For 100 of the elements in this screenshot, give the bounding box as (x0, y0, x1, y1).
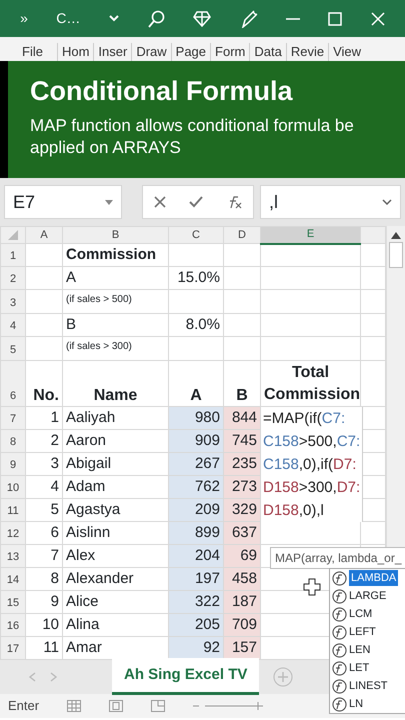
table-cell: 9 (26, 590, 62, 614)
row-header[interactable]: 2 (0, 266, 26, 290)
table-cell: 762 (168, 476, 224, 498)
function-icon (332, 660, 347, 676)
autocomplete-item[interactable]: LARGE (330, 587, 405, 605)
table-cell: 8.0% (168, 314, 224, 336)
table-cell: (if sales > 500) (62, 290, 168, 314)
table-cell: 329 (224, 498, 260, 522)
table-cell: 5 (26, 498, 62, 522)
diamond-icon[interactable] (193, 10, 212, 26)
cell-formula[interactable]: =MAP(if(C7: C158>500,C7: C158,0),if(D7: D158>300,D7: D158,0),l (261, 407, 364, 522)
row-header[interactable]: 9 (0, 452, 26, 476)
ribbon-tab[interactable]: File (18, 43, 57, 61)
cursor-cross-icon (303, 578, 321, 596)
table-cell: Aaliyah (62, 406, 168, 430)
row-header[interactable]: 4 (0, 314, 26, 336)
table-cell: 458 (224, 568, 260, 590)
table-cell: Aislinn (62, 522, 168, 544)
page-layout-icon[interactable] (109, 700, 124, 712)
zoom-slider-icon[interactable] (193, 702, 264, 710)
row-header[interactable]: 1 (0, 244, 26, 266)
cancel-icon[interactable] (154, 196, 166, 208)
document-title[interactable]: C… (56, 8, 80, 29)
function-icon (332, 678, 347, 694)
row-header[interactable]: 15 (0, 590, 26, 614)
table-cell: 844 (224, 406, 260, 430)
banner-subtitle: MAP function allows conditional formula be applied on ARRAYS (30, 115, 355, 160)
table-cell: 235 (224, 452, 260, 476)
table-cell: Adam (62, 476, 168, 498)
column-title: Name (62, 360, 168, 406)
table-cell: Agastya (62, 498, 168, 522)
autocomplete-item[interactable]: LN (330, 695, 405, 713)
minimize-icon[interactable] (286, 16, 300, 20)
table-cell: 637 (224, 522, 260, 544)
status-text: Enter (8, 697, 40, 716)
search-icon[interactable] (147, 10, 166, 28)
autocomplete-item[interactable]: LINEST (330, 677, 405, 695)
row-header[interactable]: 14 (0, 568, 26, 590)
formula-field[interactable]: ,l (260, 185, 401, 219)
row-header[interactable]: 11 (0, 498, 26, 522)
banner-title: Conditional Formula (30, 75, 294, 108)
table-cell: Alina (62, 614, 168, 636)
table-cell: 2 (26, 430, 62, 452)
row-header[interactable]: 10 (0, 476, 26, 498)
table-cell: 8 (26, 568, 62, 590)
sheet-tab[interactable]: Ah Sing Excel TV (112, 658, 260, 696)
scroll-up-icon[interactable] (390, 230, 402, 240)
table-cell: 197 (168, 568, 224, 590)
check-icon[interactable] (188, 196, 203, 208)
function-icon (332, 570, 347, 586)
close-icon[interactable] (370, 12, 385, 26)
row-header[interactable]: 6 (0, 360, 26, 406)
row-header[interactable]: 5 (0, 336, 26, 360)
column-header[interactable]: A (26, 226, 62, 244)
row-header[interactable]: 7 (0, 406, 26, 430)
table-cell: 899 (168, 522, 224, 544)
table-cell: Alex (62, 544, 168, 568)
table-cell: 1 (26, 406, 62, 430)
table-cell: 69 (224, 544, 260, 568)
function-tooltip: MAP(array, lambda_or_ (270, 547, 405, 569)
scrollbar-thumb[interactable] (389, 242, 403, 268)
dropdown-icon (105, 200, 113, 204)
autocomplete-item[interactable]: LET (330, 659, 405, 677)
table-cell: 745 (224, 430, 260, 452)
column-header[interactable]: D (224, 226, 260, 244)
table-cell: Commission (62, 244, 168, 266)
function-icon (332, 642, 347, 658)
table-cell: 92 (168, 636, 224, 660)
column-header[interactable]: E (260, 226, 360, 244)
row-header[interactable]: 13 (0, 544, 26, 568)
function-icon (332, 624, 347, 640)
autocomplete-item[interactable]: LCM (330, 605, 405, 623)
autocomplete-item[interactable]: LEN (330, 641, 405, 659)
more-button[interactable]: » (20, 8, 28, 29)
table-cell: 204 (168, 544, 224, 568)
row-header[interactable]: 3 (0, 290, 26, 314)
table-cell: 3 (26, 452, 62, 476)
function-icon (332, 696, 347, 712)
row-header[interactable]: 12 (0, 522, 26, 544)
table-cell: 187 (224, 590, 260, 614)
function-icon (332, 588, 347, 604)
table-cell: 4 (26, 476, 62, 498)
row-header[interactable]: 8 (0, 430, 26, 452)
column-title: No. (26, 360, 62, 406)
table-cell: 980 (168, 406, 224, 430)
page-break-icon[interactable] (151, 700, 166, 712)
table-cell: B (62, 314, 168, 336)
maximize-icon[interactable] (328, 12, 342, 26)
column-header[interactable]: B (62, 226, 168, 244)
normal-view-icon[interactable] (67, 700, 82, 712)
chevron-down-icon[interactable] (382, 199, 392, 205)
table-cell: Alexander (62, 568, 168, 590)
autocomplete-item[interactable]: LEFT (330, 623, 405, 641)
column-header[interactable]: C (168, 226, 224, 244)
row-header[interactable]: 17 (0, 636, 26, 660)
name-box[interactable]: E7 (4, 185, 122, 219)
function-icon (332, 606, 347, 622)
table-cell: 10 (26, 614, 62, 636)
row-header[interactable]: 16 (0, 614, 26, 636)
table-cell: Alice (62, 590, 168, 614)
